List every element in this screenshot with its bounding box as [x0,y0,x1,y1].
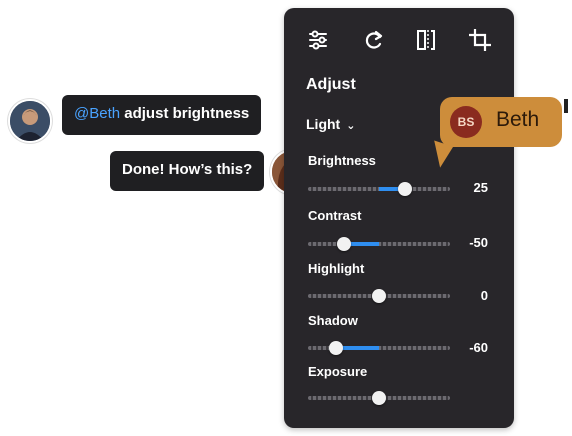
person-icon [10,101,50,141]
rotate-icon[interactable] [360,26,388,54]
mention-link[interactable]: @Beth [74,105,120,122]
shadow-slider[interactable] [308,341,450,355]
message-text: Done! How’s this? [122,161,253,178]
brightness-slider[interactable] [308,182,450,196]
panel-toolbar [284,26,514,54]
chevron-down-icon: ⌄ [346,120,356,132]
adjust-panel: Adjust Light ⌄ Brightness 25 Contrast -50… [284,8,514,428]
sliders-icon[interactable] [304,26,332,54]
brightness-label: Brightness [308,153,376,168]
slider-handle[interactable] [372,289,386,303]
user-avatar [8,99,52,143]
highlight-slider[interactable] [308,289,450,303]
chat-message-request: @Beth adjust brightness [62,95,262,135]
collaborator-initials: BS [450,106,482,138]
slider-handle[interactable] [397,182,412,196]
shadow-value: -60 [469,340,488,355]
brightness-value: 25 [473,180,488,195]
highlight-label: Highlight [308,261,365,276]
contrast-value: -50 [469,235,488,250]
edge-marker [564,99,568,113]
exposure-slider[interactable] [308,391,450,405]
message-text: adjust brightness [120,105,250,122]
preset-dropdown[interactable]: Light ⌄ [306,116,355,132]
preset-label: Light [306,116,341,132]
contrast-slider[interactable] [308,237,450,251]
collaborator-cursor-tag: BS Beth [440,97,562,147]
shadow-label: Shadow [308,313,358,328]
flip-icon[interactable] [412,26,440,54]
exposure-label: Exposure [308,364,368,379]
contrast-label: Contrast [308,208,362,223]
slider-handle[interactable] [372,391,386,405]
collaborator-name: Beth [496,108,540,131]
highlight-value: 0 [480,288,488,303]
slider-handle[interactable] [329,341,344,355]
crop-icon[interactable] [466,26,494,54]
chat-message-reply: Done! How’s this? [110,151,265,191]
slider-handle[interactable] [336,237,351,251]
panel-heading: Adjust [306,76,356,93]
